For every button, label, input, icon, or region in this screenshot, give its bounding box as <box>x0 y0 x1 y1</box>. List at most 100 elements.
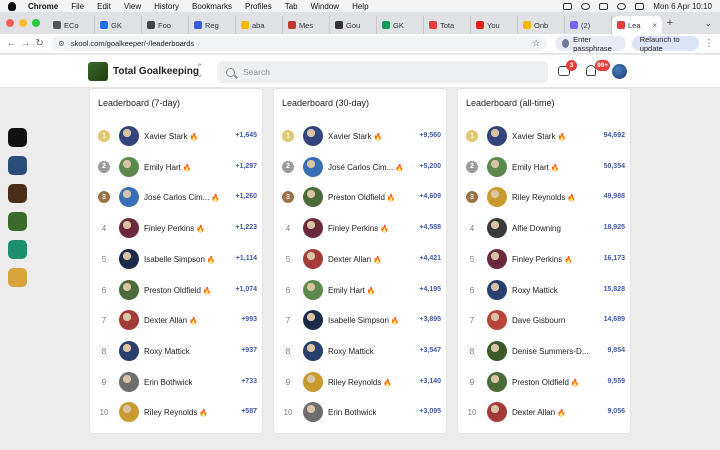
dock-app-icon[interactable] <box>8 128 27 147</box>
member-name-cell[interactable]: Dexter Allan 🔥 <box>328 255 382 264</box>
leaderboard-row[interactable]: 9 Riley Reynolds 🔥 +3,140 <box>281 368 441 398</box>
member-name-cell[interactable]: Alfie Downing <box>512 224 561 233</box>
menu-view[interactable]: View <box>124 2 141 11</box>
member-avatar[interactable] <box>487 156 507 177</box>
leaderboard-row[interactable]: 9 Erin Bothwick +733 <box>97 368 257 398</box>
member-name-cell[interactable]: José Carlos Cim... 🔥 <box>328 163 404 172</box>
member-name[interactable]: Dexter Allan <box>328 255 371 264</box>
dock-app-icon[interactable] <box>8 156 27 175</box>
member-name[interactable]: Isabelle Simpson <box>328 316 389 325</box>
member-avatar[interactable] <box>487 340 507 361</box>
tab-search-chevron-icon[interactable]: ⌄ <box>704 18 712 29</box>
member-avatar[interactable] <box>303 340 323 361</box>
member-avatar[interactable] <box>487 126 507 146</box>
chrome-menu-icon[interactable]: ⋮ <box>704 38 714 49</box>
member-name-cell[interactable]: Finley Perkins 🔥 <box>512 255 573 264</box>
member-name[interactable]: Riley Reynolds <box>144 408 197 417</box>
back-arrow-icon[interactable]: ← <box>6 38 17 49</box>
member-avatar[interactable] <box>119 402 139 423</box>
member-name-cell[interactable]: Denise Summers-D... <box>512 347 588 356</box>
leaderboard-row[interactable]: 10 Erin Bothwick +3,095 <box>281 398 441 428</box>
relaunch-button[interactable]: Relaunch to update <box>631 35 699 53</box>
leaderboard-row[interactable]: 4 Finley Perkins 🔥 +1,223 <box>97 214 257 244</box>
member-avatar[interactable] <box>487 402 507 423</box>
member-name-cell[interactable]: Emily Hart 🔥 <box>144 163 192 172</box>
leaderboard-row[interactable]: 9 Preston Oldfield 🔥 9,559 <box>465 368 625 398</box>
member-avatar[interactable] <box>303 248 323 269</box>
user-avatar[interactable] <box>612 64 627 79</box>
member-avatar[interactable] <box>119 218 139 239</box>
member-avatar[interactable] <box>303 371 323 392</box>
member-name[interactable]: Finley Perkins <box>328 224 378 233</box>
member-name-cell[interactable]: Isabelle Simpson 🔥 <box>144 255 216 264</box>
search-bar[interactable]: Search <box>217 61 548 83</box>
status-icon[interactable] <box>563 2 573 10</box>
address-bar[interactable]: ⚙ skool.com/goalkeeper/-/leaderboards ☆ <box>51 36 548 51</box>
leaderboard-row[interactable]: 3 Preston Oldfield 🔥 +4,609 <box>281 183 441 213</box>
member-name-cell[interactable]: Emily Hart 🔥 <box>328 286 376 295</box>
member-name[interactable]: Emily Hart <box>328 286 365 295</box>
member-name-cell[interactable]: Roxy Mattick <box>328 347 374 356</box>
member-avatar[interactable] <box>487 187 507 208</box>
member-name[interactable]: Emily Hart <box>512 163 549 172</box>
leaderboard-row[interactable]: 7 Dexter Allan 🔥 +993 <box>97 306 257 336</box>
leaderboard-row[interactable]: 10 Riley Reynolds 🔥 +587 <box>97 398 257 428</box>
menubar-clock[interactable]: Mon 6 Apr 10:10 <box>653 2 712 11</box>
member-name[interactable]: Dexter Allan <box>144 316 187 325</box>
member-name-cell[interactable]: Xavier Stark 🔥 <box>144 132 198 141</box>
leaderboard-row[interactable]: 8 Roxy Mattick +937 <box>97 337 257 367</box>
leaderboard-row[interactable]: 8 Roxy Mattick +3,547 <box>281 337 441 367</box>
leaderboard-row[interactable]: 6 Preston Oldfield 🔥 +1,074 <box>97 276 257 306</box>
member-name-cell[interactable]: Riley Reynolds 🔥 <box>512 193 576 202</box>
member-avatar[interactable] <box>119 279 139 300</box>
member-name-cell[interactable]: Dexter Allan 🔥 <box>512 408 566 417</box>
leaderboard-row[interactable]: 7 Isabelle Simpson 🔥 +3,895 <box>281 306 441 336</box>
menu-window[interactable]: Window <box>311 2 339 11</box>
member-name[interactable]: Preston Oldfield <box>144 286 201 295</box>
leaderboard-row[interactable]: 3 Riley Reynolds 🔥 49,988 <box>465 183 625 213</box>
browser-tab[interactable]: Lea × <box>612 16 662 34</box>
member-name-cell[interactable]: Isabelle Simpson 🔥 <box>328 316 400 325</box>
member-name-cell[interactable]: Preston Oldfield 🔥 <box>144 286 212 295</box>
dock-app-icon[interactable] <box>8 268 27 287</box>
member-name-cell[interactable]: Finley Perkins 🔥 <box>144 224 205 233</box>
leaderboard-row[interactable]: 6 Roxy Mattick 15,828 <box>465 276 625 306</box>
leaderboard-row[interactable]: 8 Denise Summers-D... 9,854 <box>465 337 625 367</box>
member-avatar[interactable] <box>119 248 139 269</box>
browser-tab[interactable]: (2) <box>565 16 612 34</box>
leaderboard-row[interactable]: 4 Finley Perkins 🔥 +4,588 <box>281 214 441 244</box>
minimize-window-button[interactable] <box>19 19 27 27</box>
member-avatar[interactable] <box>119 340 139 361</box>
menu-edit[interactable]: Edit <box>97 2 111 11</box>
member-avatar[interactable] <box>303 279 323 300</box>
member-name[interactable]: José Carlos Cim... <box>144 193 209 202</box>
menu-help[interactable]: Help <box>352 2 368 11</box>
leaderboard-row[interactable]: 1 Xavier Stark 🔥 +1,645 <box>97 122 257 152</box>
member-name[interactable]: Finley Perkins <box>144 224 194 233</box>
member-name-cell[interactable]: Xavier Stark 🔥 <box>328 132 382 141</box>
browser-tab[interactable]: Foo <box>142 16 189 34</box>
browser-tab[interactable]: Mes <box>283 16 330 34</box>
leaderboard-row[interactable]: 3 José Carlos Cim... 🔥 +1,260 <box>97 183 257 213</box>
reload-icon[interactable]: ↻ <box>34 38 45 49</box>
member-name[interactable]: Erin Bothwick <box>144 378 192 387</box>
url-text[interactable]: skool.com/goalkeeper/-/leaderboards <box>71 39 194 48</box>
zoom-window-button[interactable] <box>32 19 40 27</box>
browser-tab[interactable]: Reg <box>189 16 236 34</box>
member-avatar[interactable] <box>303 156 323 177</box>
browser-tab[interactable]: GK <box>377 16 424 34</box>
member-avatar[interactable] <box>487 371 507 392</box>
member-name-cell[interactable]: Roxy Mattick <box>144 347 190 356</box>
site-info-icon[interactable]: ⚙ <box>58 39 65 48</box>
status-icon[interactable] <box>581 2 591 10</box>
menu-bookmarks[interactable]: Bookmarks <box>192 2 232 11</box>
group-name[interactable]: Total Goalkeeping <box>113 66 199 77</box>
status-icon[interactable] <box>599 2 609 10</box>
leaderboard-row[interactable]: 5 Dexter Allan 🔥 +4,421 <box>281 245 441 275</box>
browser-tab[interactable]: Gou <box>330 16 377 34</box>
member-avatar[interactable] <box>119 310 139 331</box>
member-avatar[interactable] <box>303 218 323 239</box>
group-logo[interactable] <box>88 62 108 81</box>
member-name-cell[interactable]: Dexter Allan 🔥 <box>144 316 198 325</box>
menu-app-name[interactable]: Chrome <box>28 2 58 11</box>
